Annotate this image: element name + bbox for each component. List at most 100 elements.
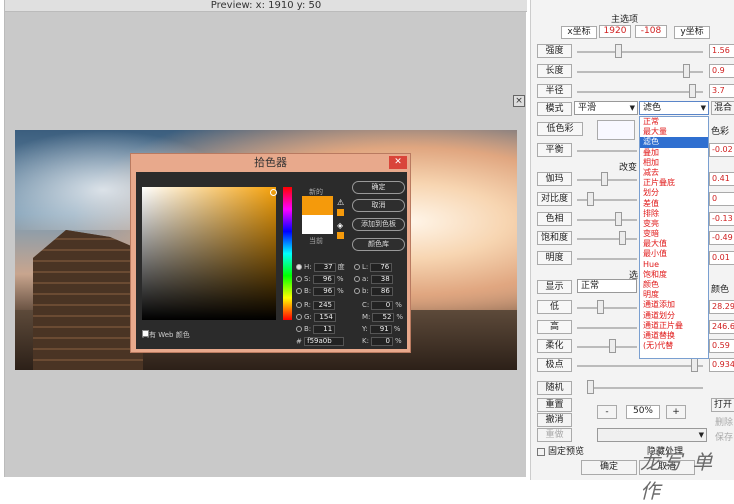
radio-b[interactable]	[296, 288, 302, 294]
length-value[interactable]: 0.9	[709, 64, 734, 78]
c-input[interactable]: 0	[371, 300, 394, 310]
dropdown-item[interactable]: 排除	[640, 209, 708, 219]
ok-button[interactable]: 确定	[352, 181, 405, 194]
preset-select[interactable]: ▼	[597, 428, 707, 442]
preview-close-icon[interactable]: ×	[513, 95, 525, 107]
field-c[interactable]: C: 0%	[362, 300, 402, 311]
dropdown-item[interactable]: 明度	[640, 290, 708, 300]
cancel-button[interactable]: 取消	[352, 199, 405, 212]
brightness-slider[interactable]	[577, 258, 637, 260]
hue-thumb[interactable]	[615, 212, 622, 226]
display-select[interactable]: 正常	[577, 279, 637, 293]
field-h[interactable]: H: 37 度	[296, 262, 345, 273]
checkbox-box[interactable]	[537, 447, 545, 456]
brightness-value[interactable]: 0.01	[709, 251, 734, 265]
gamma-value[interactable]: 0.41	[709, 172, 734, 186]
radio-s[interactable]	[296, 276, 302, 282]
blue-input[interactable]: 11	[313, 324, 336, 334]
s-input[interactable]: 96	[312, 274, 335, 284]
balance-value[interactable]: -0.02	[709, 143, 734, 157]
lab-b-input[interactable]: 86	[370, 286, 393, 296]
pole-slider[interactable]	[577, 365, 703, 367]
high-value[interactable]: 246.6	[709, 320, 734, 334]
y-coord-input[interactable]: -108	[635, 25, 667, 38]
random-slider[interactable]	[587, 387, 703, 389]
contrast-slider[interactable]	[577, 199, 637, 201]
saturation-value-field[interactable]	[142, 187, 277, 320]
low-slider[interactable]	[577, 307, 637, 309]
pole-value[interactable]: 0.934	[709, 358, 734, 372]
field-s[interactable]: S: 96%	[296, 274, 343, 285]
saturation-thumb[interactable]	[619, 231, 626, 245]
color-libraries-button[interactable]: 颜色库	[352, 238, 405, 251]
hue-value[interactable]: -0.13	[709, 212, 734, 226]
dropdown-item[interactable]: 通道替换	[640, 331, 708, 341]
field-k[interactable]: K: 0%	[362, 336, 402, 347]
dropdown-item[interactable]: 颜色	[640, 280, 708, 290]
save-button[interactable]: 保存	[715, 430, 733, 443]
strength-slider[interactable]	[577, 51, 703, 53]
l-input[interactable]: 76	[370, 262, 393, 272]
high-slider[interactable]	[577, 327, 637, 329]
dropdown-item[interactable]: 划分	[640, 188, 708, 198]
m-input[interactable]: 52	[372, 312, 395, 322]
current-color-swatch[interactable]	[302, 215, 333, 234]
b-input[interactable]: 96	[313, 286, 336, 296]
radio-blue[interactable]	[296, 326, 302, 332]
radius-slider[interactable]	[577, 91, 703, 93]
gamma-thumb[interactable]	[601, 172, 608, 186]
dropdown-item[interactable]: 通道划分	[640, 311, 708, 321]
radio-l[interactable]	[354, 264, 360, 270]
pole-thumb[interactable]	[691, 358, 698, 372]
redo-button[interactable]: 重做	[537, 428, 572, 442]
fixed-preview-checkbox[interactable]: 固定预览	[537, 444, 584, 457]
dropdown-item[interactable]: 正常	[640, 117, 708, 127]
field-blue[interactable]: B: 11	[296, 324, 337, 335]
zoom-out-button[interactable]: -	[597, 405, 617, 419]
dropdown-item[interactable]: 相加	[640, 158, 708, 168]
blend-select[interactable]: 滤色 ▼	[639, 101, 709, 115]
field-g[interactable]: G: 154	[296, 312, 338, 323]
zoom-in-button[interactable]: +	[666, 405, 686, 419]
a-input[interactable]: 38	[370, 274, 393, 284]
delete-button[interactable]: 删除	[715, 415, 733, 428]
field-l[interactable]: L: 76	[354, 262, 394, 273]
radio-h[interactable]	[296, 264, 302, 270]
dropdown-item[interactable]: 通道添加	[640, 300, 708, 310]
field-y[interactable]: Y: 91%	[362, 324, 400, 335]
field-lab-b[interactable]: b: 86	[354, 286, 395, 297]
saturation-value[interactable]: -0.49	[709, 231, 734, 245]
strength-value[interactable]: 1.56	[709, 44, 734, 58]
field-b[interactable]: B: 96%	[296, 286, 344, 297]
mix-button[interactable]: 混合	[711, 101, 734, 115]
dropdown-item[interactable]: 通道正片叠	[640, 321, 708, 331]
saturation-slider[interactable]	[577, 238, 637, 240]
hue-slider[interactable]	[283, 187, 292, 320]
dropdown-item[interactable]: 叠加	[640, 148, 708, 158]
y-input[interactable]: 91	[369, 324, 392, 334]
add-to-swatches-button[interactable]: 添加到色板	[352, 218, 405, 231]
web-safe-swatch[interactable]	[337, 232, 344, 239]
dropdown-item[interactable]: 正片叠底	[640, 178, 708, 188]
gamut-swatch[interactable]	[337, 209, 344, 216]
low-color-swatch[interactable]	[597, 120, 635, 140]
field-a[interactable]: a: 38	[354, 274, 395, 285]
k-input[interactable]: 0	[370, 336, 393, 346]
hue-adjust-slider[interactable]	[577, 219, 637, 221]
undo-button[interactable]: 撤消	[537, 413, 572, 427]
balance-slider[interactable]	[577, 150, 637, 152]
contrast-value[interactable]: 0	[709, 192, 734, 206]
radius-thumb[interactable]	[689, 84, 696, 98]
dropdown-item[interactable]: 最大量	[640, 127, 708, 137]
hex-row[interactable]: # f59a0b	[296, 337, 345, 346]
low-value[interactable]: 28.29	[709, 300, 734, 314]
dropdown-item[interactable]: 最小值	[640, 249, 708, 259]
radio-lab-b[interactable]	[354, 288, 360, 294]
strength-thumb[interactable]	[615, 44, 622, 58]
low-thumb[interactable]	[597, 300, 604, 314]
dropdown-item[interactable]: Hue	[640, 260, 708, 270]
random-thumb[interactable]	[587, 380, 594, 394]
dropdown-item[interactable]: 最大值	[640, 239, 708, 249]
web-only-checkbox[interactable]: 只有 Web 颜色	[142, 330, 190, 340]
dropdown-item[interactable]: 变亮	[640, 219, 708, 229]
